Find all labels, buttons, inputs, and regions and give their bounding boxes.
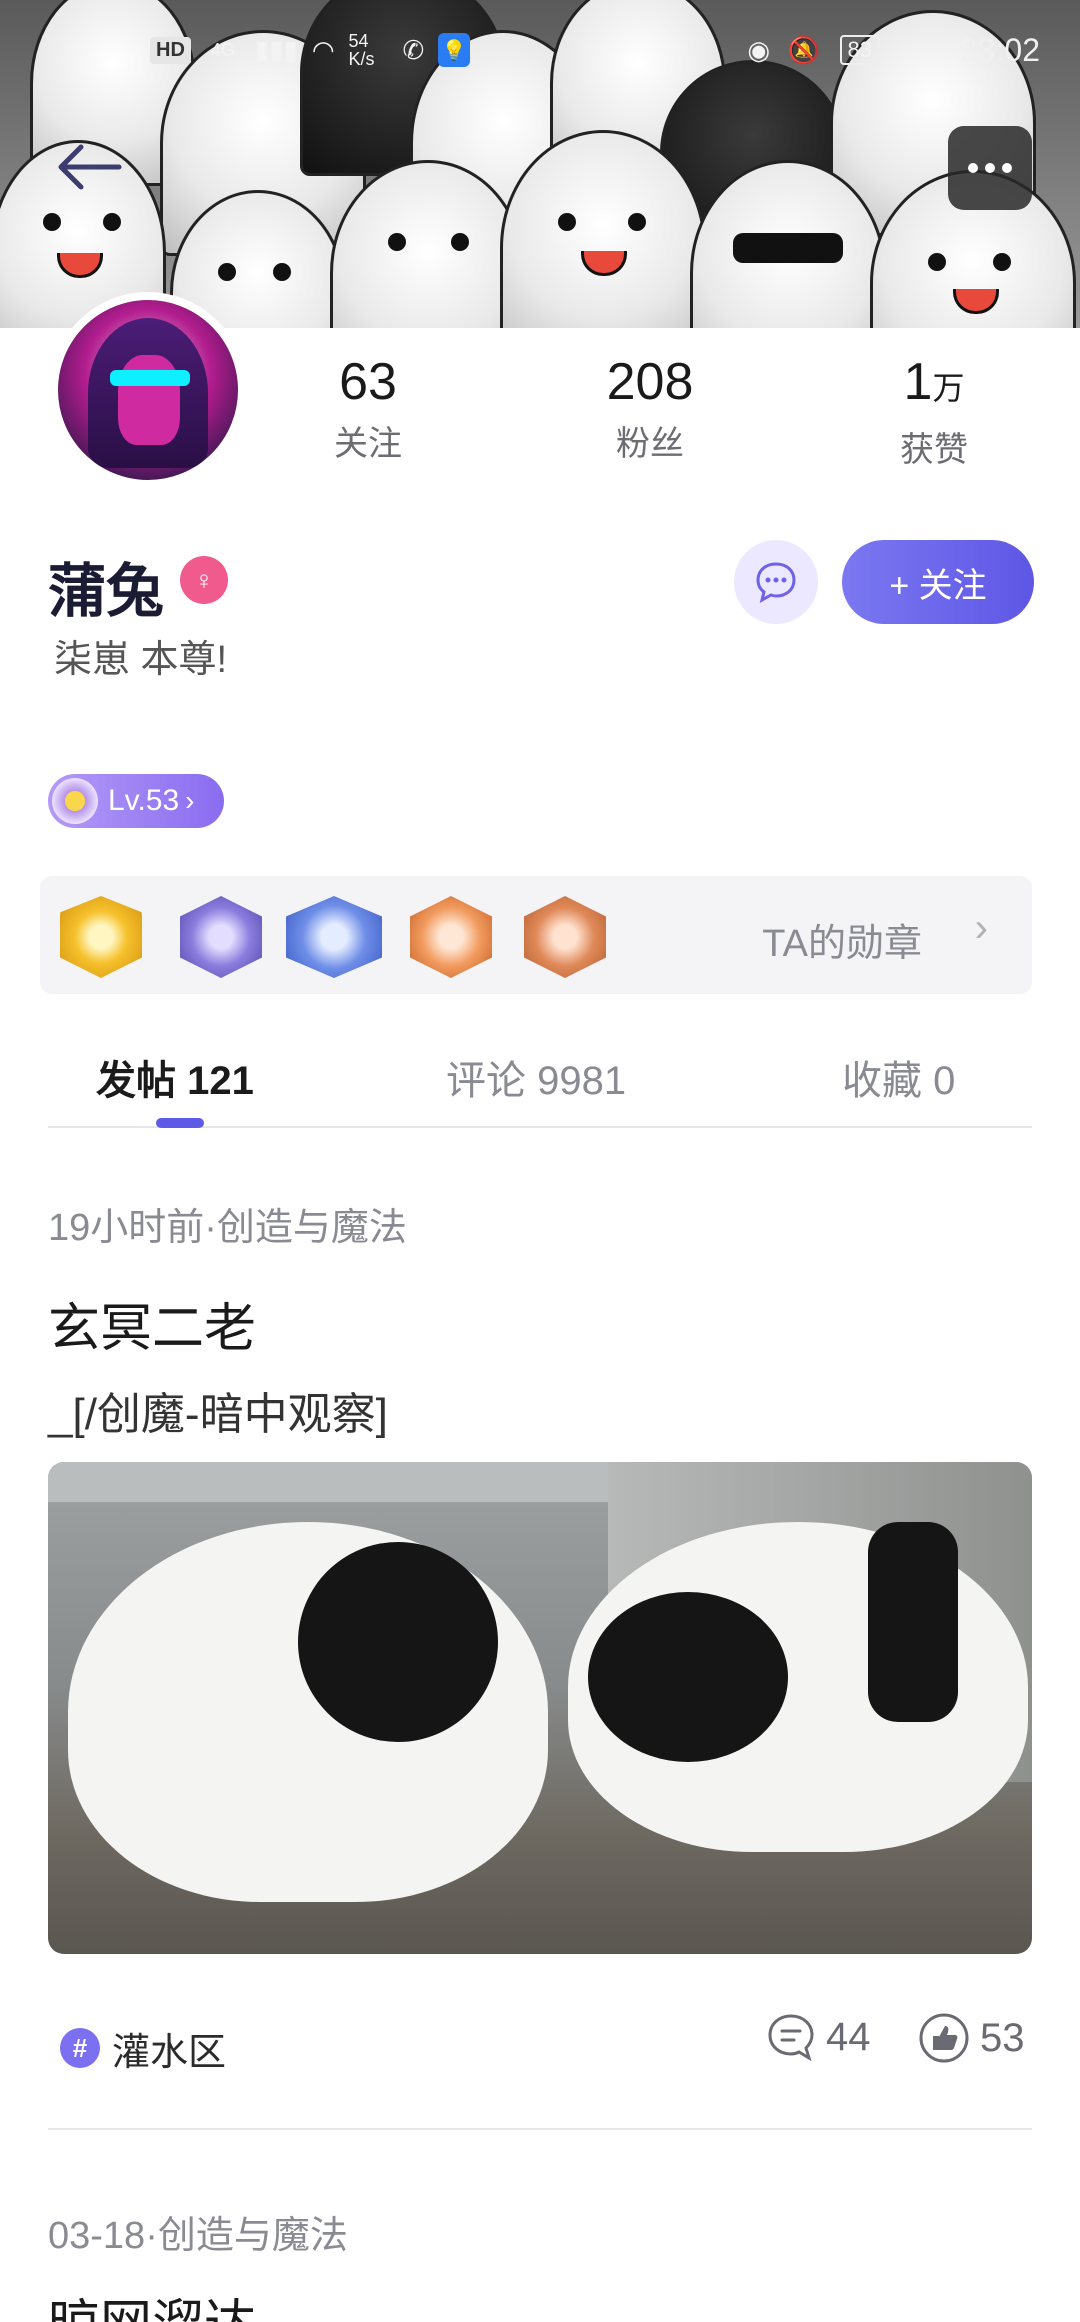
post-body[interactable]: _[/创魔-暗中观察] [48,1378,388,1442]
medal-bar[interactable]: TA的勋章 › [40,876,1032,994]
purple-medal-icon [180,896,262,978]
medals-label: TA的勋章 [762,923,922,965]
chat-bubble-icon [756,562,796,603]
level-text: Lv.53 [108,784,180,817]
stat-likes[interactable]: 1万 获赞 [854,352,1014,471]
arrow-left-icon [58,144,122,190]
puppy-left [68,1522,548,1902]
follow-button[interactable]: + 关注 [842,540,1034,624]
avatar[interactable] [50,292,246,488]
call-icon: ✆ [402,34,425,65]
notification-bulb-icon: 💡 [438,33,471,67]
stat-likes-unit: 万 [932,370,965,406]
tab-posts[interactable]: 发帖 121 [96,1048,254,1106]
topic-tag-label: 灌水区 [112,2031,227,2074]
mute-bell-icon: 🔕 [787,34,820,65]
wifi-icon: ◠ [311,34,335,65]
stat-followers-label: 粉丝 [616,425,684,463]
signal-icon: ▮▮▮ [254,34,298,65]
topic-tag[interactable]: # 灌水区 [60,2022,226,2074]
tab-favorites[interactable]: 收藏 0 [842,1048,955,1106]
comment-count-value: 44 [826,2014,871,2059]
orange-medal-icon [410,896,492,978]
bronze-thumb-medal-icon [524,896,606,978]
post-title[interactable]: 玄冥二老 [48,1286,256,1361]
female-gender-icon: ♀ [180,556,228,604]
post-meta: 19小时前·创造与魔法 [48,1207,407,1249]
network-speed: 54 K/s [348,31,375,69]
thumbs-up-icon [919,2013,969,2063]
status-bar: HD 4G ▮▮▮ ◠ 54 K/s ✆ 💡 ◉ 🔕 83 23:02 [150,30,1040,70]
bio-text: 柒崽 本尊! [54,639,228,681]
stat-likes-value: 1 [903,353,933,411]
profile-tabs: 发帖 121 评论 9981 收藏 0 [48,1040,1032,1128]
post-title[interactable]: 晾网溜达 [48,2282,256,2322]
active-tab-indicator [156,1118,204,1128]
stat-following[interactable]: 63 关注 [288,352,448,465]
post-meta: 03-18·创造与魔法 [48,2215,348,2257]
post-image[interactable] [48,1462,1032,1954]
stat-following-value: 63 [339,353,397,411]
more-options-button[interactable] [948,126,1032,210]
stat-followers[interactable]: 208 粉丝 [570,352,730,465]
nickname: 蒲兔 [48,559,165,624]
hashtag-icon: # [60,2028,100,2068]
chevron-right-icon: › [974,906,988,950]
clock-time: 23:02 [959,31,1040,68]
stat-followers-value: 208 [606,353,694,411]
network-4g-badge: 4G [210,39,235,60]
hd-badge: HD [150,36,191,64]
chevron-right-icon: › [185,785,195,816]
tab-comments[interactable]: 评论 9981 [446,1048,626,1106]
star-level-icon [52,778,98,824]
stat-following-label: 关注 [334,425,402,463]
battery-indicator: 83 [839,35,880,65]
more-dots-icon [968,163,978,173]
profile-banner: HD 4G ▮▮▮ ◠ 54 K/s ✆ 💡 ◉ 🔕 83 23:02 [0,0,1080,328]
back-button[interactable] [48,132,128,202]
puppy-right [568,1522,1028,1852]
eye-icon: ◉ [747,34,770,65]
post-divider [48,2128,1032,2130]
blue-thumb-medal-icon [286,896,382,978]
gold-medal-icon [60,896,142,978]
like-count-value: 53 [980,2015,1025,2060]
like-button[interactable]: 53 [918,2012,1025,2064]
level-badge[interactable]: Lv.53 › [48,774,224,828]
message-button[interactable] [734,540,818,624]
stat-likes-label: 获赞 [900,431,968,469]
comment-button[interactable]: 44 [766,2012,871,2062]
comment-icon [768,2014,814,2062]
